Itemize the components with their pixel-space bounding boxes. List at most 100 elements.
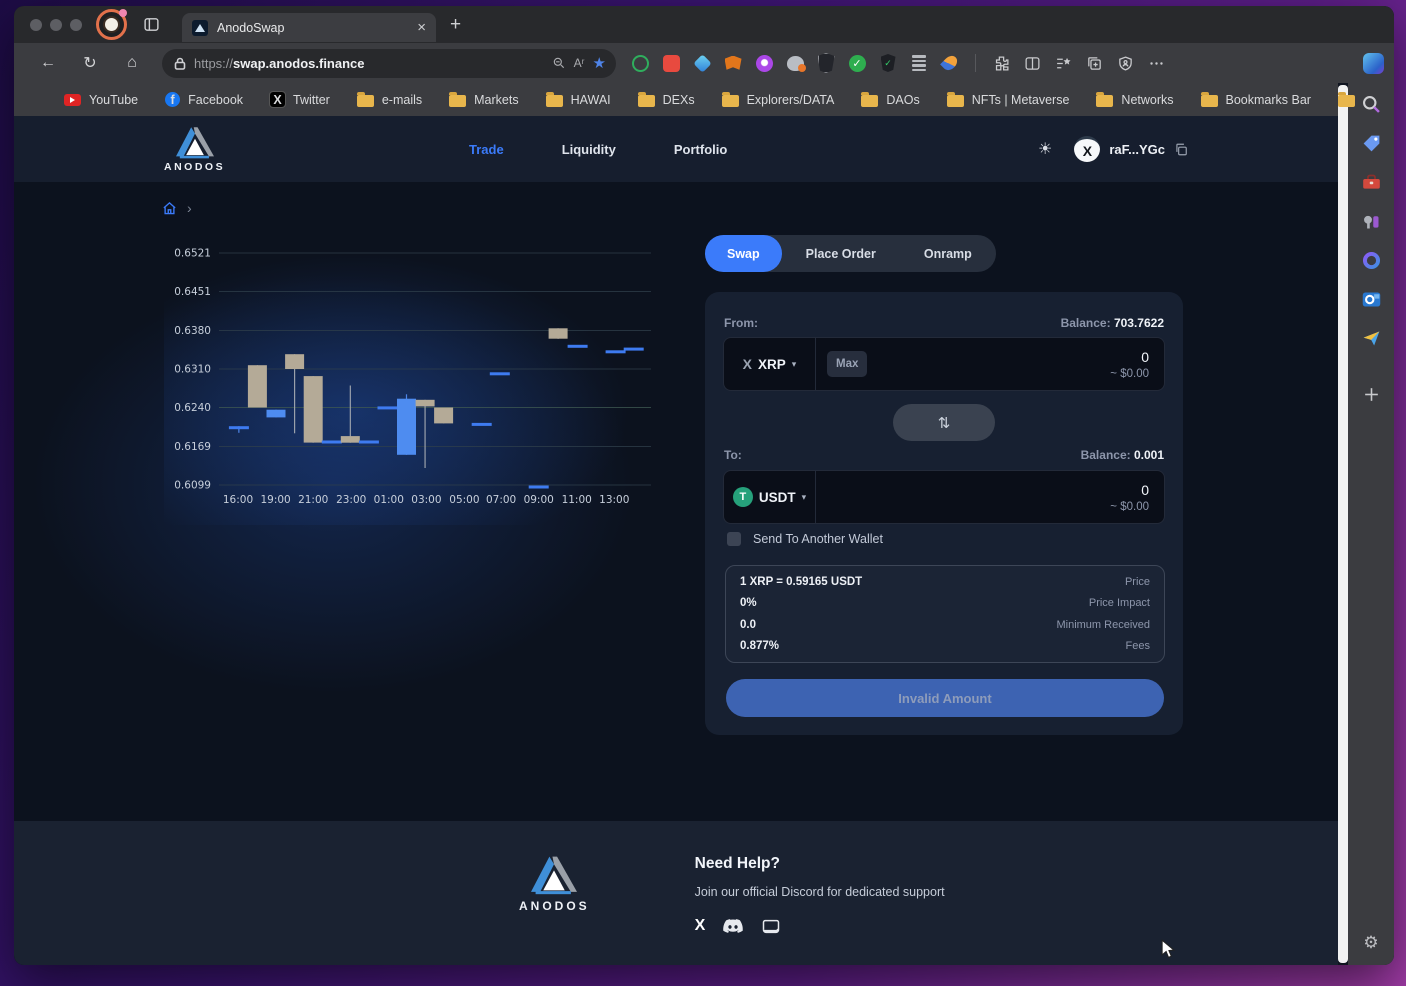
scrollbar-thumb[interactable] xyxy=(1338,85,1348,963)
svg-text:23:00: 23:00 xyxy=(336,494,366,506)
browser-profile-avatar[interactable] xyxy=(96,9,127,40)
tab-onramp[interactable]: Onramp xyxy=(900,235,996,272)
metamask-fox-extension-icon[interactable] xyxy=(723,53,743,73)
sidebar-search-icon[interactable] xyxy=(1360,93,1382,115)
detail-value: 0.0 xyxy=(740,619,756,631)
from-token-selector[interactable]: X XRP ▾ xyxy=(724,338,816,390)
back-icon[interactable]: ← xyxy=(36,54,60,72)
minimize-window-button[interactable] xyxy=(50,19,62,31)
price-candlestick-chart[interactable]: 0.65210.64510.63800.63100.62400.61690.60… xyxy=(164,240,664,525)
browser-tab-anodoswap[interactable]: AnodoSwap × xyxy=(182,13,436,42)
nav-trade[interactable]: Trade xyxy=(469,142,504,157)
svg-text:0.6310: 0.6310 xyxy=(174,364,211,376)
read-aloud-icon[interactable]: Aʳ xyxy=(574,56,585,70)
x-twitter-icon[interactable]: X xyxy=(695,917,706,935)
bookmark-networks[interactable]: Networks xyxy=(1096,93,1173,107)
bookmark-twitter[interactable]: XTwitter xyxy=(270,92,330,107)
tab-swap[interactable]: Swap xyxy=(705,235,782,272)
page-scrollbar[interactable] xyxy=(1338,83,1348,965)
xrp-token-icon: X xyxy=(743,356,752,372)
home-icon[interactable]: ⌂ xyxy=(120,54,144,72)
zoom-window-button[interactable] xyxy=(70,19,82,31)
from-balance: Balance: 703.7622 xyxy=(1061,316,1164,330)
split-screen-icon[interactable] xyxy=(1022,53,1042,73)
bookmark-markets[interactable]: Markets xyxy=(449,93,518,107)
copilot-icon[interactable] xyxy=(1363,53,1384,74)
svg-text:0.6521: 0.6521 xyxy=(174,248,211,260)
tab-place-order[interactable]: Place Order xyxy=(782,235,900,272)
detail-label: Price Impact xyxy=(1089,597,1150,609)
to-token-selector[interactable]: T USDT ▾ xyxy=(724,471,816,523)
bookmark-bookmarks-bar[interactable]: Bookmarks Bar xyxy=(1201,93,1311,107)
bookmark-dexs[interactable]: DEXs xyxy=(638,93,695,107)
gem-extension-icon[interactable] xyxy=(692,53,712,73)
refresh-icon[interactable]: ↻ xyxy=(78,53,102,73)
sidebar-games-icon[interactable] xyxy=(1360,210,1382,232)
xrp-account-icon: X xyxy=(1074,136,1100,162)
sidebar-shopping-icon[interactable] xyxy=(1360,132,1382,154)
detail-label: Price xyxy=(1125,576,1150,588)
anodos-logo[interactable]: ANODOS xyxy=(164,126,225,173)
sidebar-outlook-icon[interactable] xyxy=(1360,288,1382,310)
usdt-token-icon: T xyxy=(733,487,753,507)
bookmark-daos[interactable]: DAOs xyxy=(861,93,919,107)
favorite-star-icon[interactable]: ★ xyxy=(593,54,606,72)
url-text[interactable]: https://swap.anodos.finance xyxy=(194,56,544,71)
from-amount-input[interactable]: 0 xyxy=(1110,349,1149,365)
bookmark-explorers-data[interactable]: Explorers/DATA xyxy=(722,93,835,107)
flame-extension-icon[interactable] xyxy=(940,53,960,73)
shield-dark-extension-icon[interactable] xyxy=(816,53,836,73)
send-to-another-wallet-label: Send To Another Wallet xyxy=(753,532,883,546)
max-button[interactable]: Max xyxy=(827,351,867,377)
bookmark-youtube[interactable]: YouTube xyxy=(64,93,138,107)
green-check-extension-icon[interactable]: ✓ xyxy=(847,53,867,73)
discord-icon[interactable] xyxy=(722,918,744,935)
new-tab-button[interactable]: + xyxy=(450,14,461,36)
list-lines-extension-icon[interactable] xyxy=(909,53,929,73)
to-label: To: xyxy=(724,448,742,462)
home-breadcrumb-icon[interactable] xyxy=(162,201,177,216)
sidebar-drop-icon[interactable] xyxy=(1360,327,1382,349)
bookmark-nfts-metaverse[interactable]: NFTs | Metaverse xyxy=(947,93,1070,107)
nav-portfolio[interactable]: Portfolio xyxy=(674,142,727,157)
more-dots-icon[interactable] xyxy=(1146,53,1166,73)
svg-text:21:00: 21:00 xyxy=(298,494,328,506)
svg-text:07:00: 07:00 xyxy=(486,494,516,506)
tab-close-icon[interactable]: × xyxy=(417,20,426,35)
detail-value: 0% xyxy=(740,597,757,609)
phantom-extension-icon[interactable] xyxy=(754,53,774,73)
workspaces-icon[interactable] xyxy=(143,16,160,33)
wallet-chip[interactable]: X raF...YGc xyxy=(1074,136,1188,162)
sidebar-settings-gear-icon[interactable]: ⚙ xyxy=(1363,933,1378,953)
bookmark-e-mails[interactable]: e-mails xyxy=(357,93,422,107)
sidebar-loop-icon[interactable] xyxy=(1360,249,1382,271)
bookmark-facebook[interactable]: fFacebook xyxy=(165,92,243,107)
rabby-extension-icon[interactable] xyxy=(785,53,805,73)
sidebar-add-icon[interactable] xyxy=(1360,383,1382,405)
shield-check-extension-icon[interactable]: ✓ xyxy=(878,53,898,73)
copy-address-icon[interactable] xyxy=(1174,142,1188,157)
nav-liquidity[interactable]: Liquidity xyxy=(562,142,616,157)
address-bar[interactable]: https://swap.anodos.finance Aʳ ★ xyxy=(162,49,616,78)
favorites-list-icon[interactable] xyxy=(1053,53,1073,73)
swap-direction-button[interactable]: ⇅ xyxy=(893,404,995,441)
green-refresh-extension-icon[interactable] xyxy=(630,53,650,73)
close-window-button[interactable] xyxy=(30,19,42,31)
red-app-extension-icon[interactable] xyxy=(661,53,681,73)
svg-text:16:00: 16:00 xyxy=(223,494,253,506)
edge-sidebar: ⚙ xyxy=(1348,83,1394,965)
puzzle-icon[interactable] xyxy=(991,53,1011,73)
zoom-out-icon[interactable] xyxy=(552,56,566,70)
send-to-another-wallet-checkbox[interactable] xyxy=(727,532,741,546)
invalid-amount-button[interactable]: Invalid Amount xyxy=(726,679,1164,717)
collections-icon[interactable] xyxy=(1084,53,1104,73)
to-token-name: USDT xyxy=(759,490,796,505)
sidebar-toolbox-icon[interactable] xyxy=(1360,171,1382,193)
bookmark-label: YouTube xyxy=(89,93,138,107)
traffic-lights[interactable] xyxy=(30,19,82,31)
docs-book-icon[interactable] xyxy=(761,918,781,935)
theme-toggle-sun-icon[interactable]: ☀ xyxy=(1038,139,1052,159)
bookmark-hawai[interactable]: HAWAI xyxy=(546,93,611,107)
privacy-shield-icon[interactable] xyxy=(1115,53,1135,73)
to-amount-input[interactable]: 0 xyxy=(1110,482,1149,498)
